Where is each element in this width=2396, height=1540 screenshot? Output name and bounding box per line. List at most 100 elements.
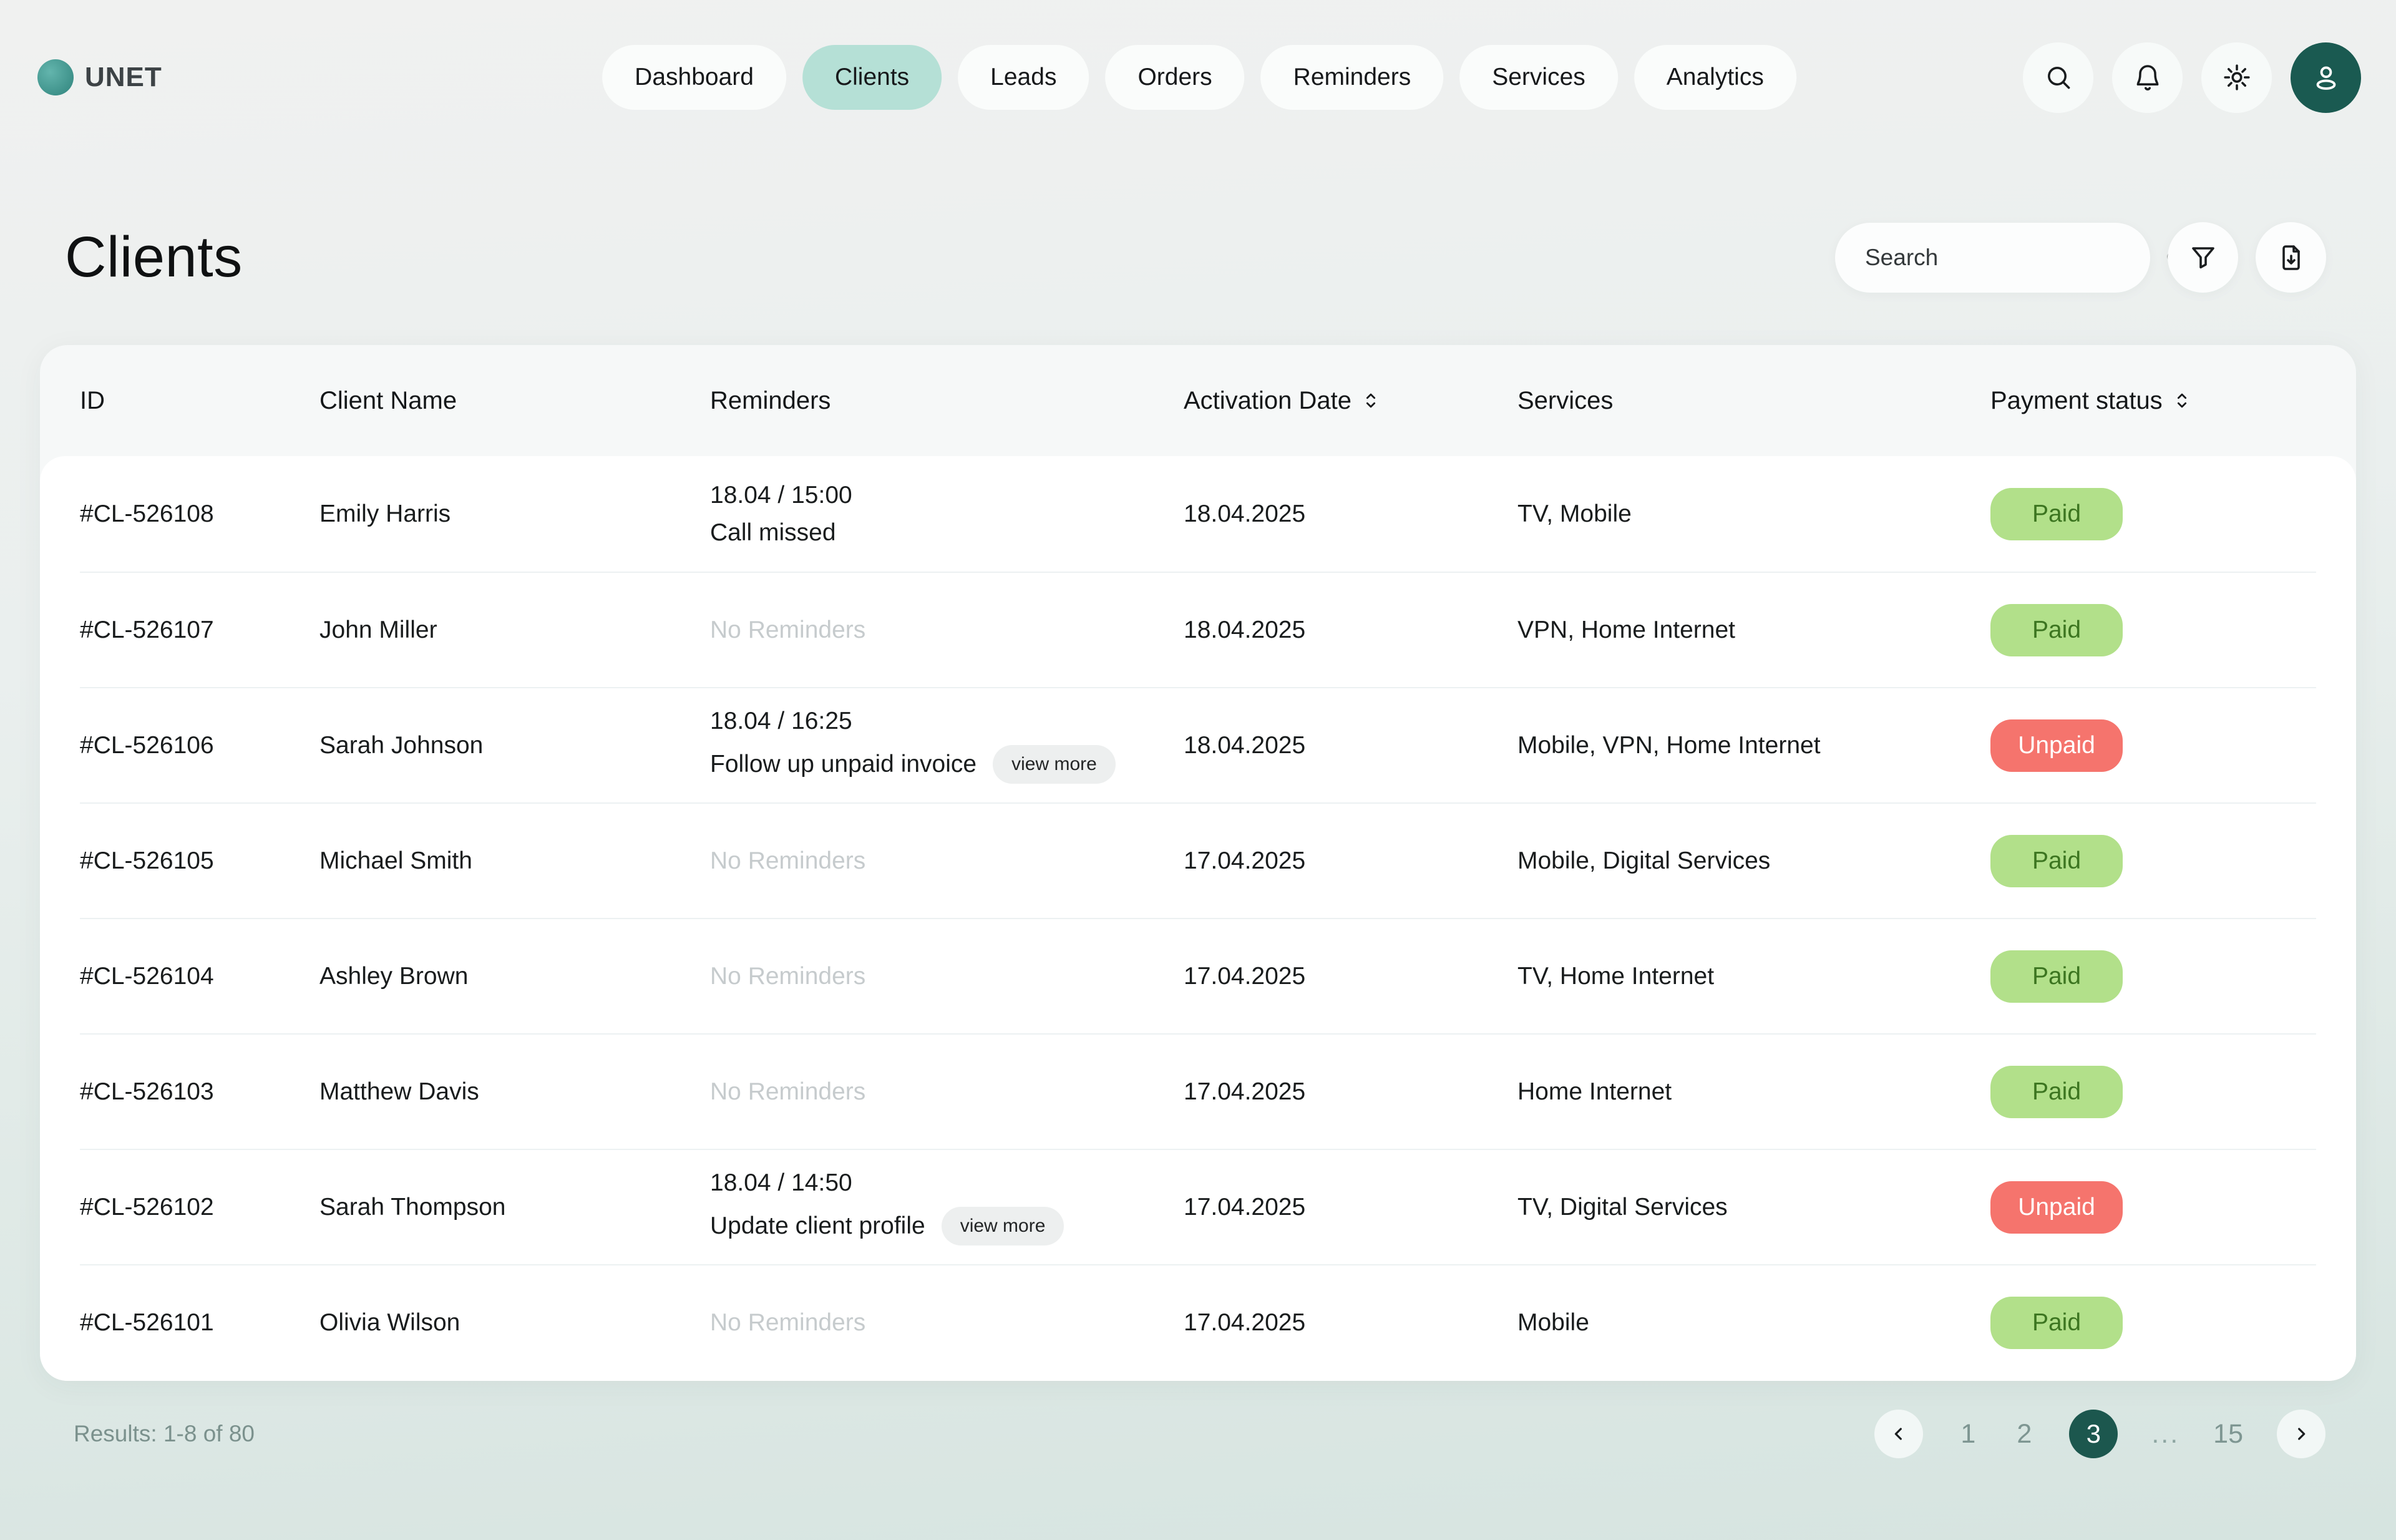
client-name: Sarah Thompson (319, 1194, 710, 1221)
pagination-page-3-active[interactable]: 3 (2069, 1410, 2118, 1458)
nav-tab-reminders[interactable]: Reminders (1261, 45, 1444, 110)
column-label: Services (1517, 387, 1613, 415)
bell-icon (2133, 62, 2163, 92)
reminder-time: 18.04 / 14:50 (710, 1169, 1184, 1197)
table-row[interactable]: #CL-526101 Olivia Wilson No Reminders 17… (80, 1264, 2316, 1380)
settings-button[interactable] (2201, 42, 2272, 113)
column-header-services: Services (1517, 387, 1990, 415)
activation-date: 17.04.2025 (1184, 847, 1517, 875)
gear-icon (2222, 62, 2252, 92)
payment-status-badge: Paid (1990, 1066, 2123, 1118)
sort-icon (1360, 390, 1381, 411)
reminders-cell: No Reminders (710, 1078, 1184, 1106)
no-reminders-label: No Reminders (710, 616, 865, 643)
user-avatar-icon (2310, 61, 2342, 94)
view-more-button[interactable]: view more (993, 745, 1116, 784)
search-input[interactable] (1864, 244, 2163, 271)
column-header-activation-date[interactable]: Activation Date (1184, 387, 1517, 415)
table-row[interactable]: #CL-526108 Emily Harris 18.04 / 15:00 Ca… (80, 456, 2316, 572)
payment-status-badge: Unpaid (1990, 1181, 2123, 1234)
filter-button[interactable] (2168, 222, 2238, 293)
table-row[interactable]: #CL-526107 John Miller No Reminders 18.0… (80, 572, 2316, 687)
profile-avatar-button[interactable] (2291, 42, 2361, 113)
search-field (1835, 223, 2150, 293)
payment-status-badge: Paid (1990, 835, 2123, 887)
client-name: John Miller (319, 616, 710, 644)
client-name: Sarah Johnson (319, 732, 710, 759)
services: VPN, Home Internet (1517, 616, 1990, 644)
activation-date: 17.04.2025 (1184, 1078, 1517, 1106)
activation-date: 18.04.2025 (1184, 616, 1517, 644)
payment-status-cell: Paid (1990, 950, 2316, 1003)
results-count: Results: 1-8 of 80 (74, 1421, 255, 1447)
pagination-page-2[interactable]: 2 (2013, 1419, 2035, 1450)
pagination-page-15[interactable]: 15 (2213, 1419, 2243, 1450)
client-id: #CL-526106 (80, 732, 319, 759)
payment-status-cell: Unpaid (1990, 719, 2316, 772)
activation-date: 17.04.2025 (1184, 963, 1517, 990)
client-id: #CL-526108 (80, 500, 319, 528)
client-id: #CL-526103 (80, 1078, 319, 1106)
table-row[interactable]: #CL-526103 Matthew Davis No Reminders 17… (80, 1033, 2316, 1149)
column-label: Client Name (319, 387, 457, 415)
table-row[interactable]: #CL-526106 Sarah Johnson 18.04 / 16:25 F… (80, 687, 2316, 802)
table-row[interactable]: #CL-526104 Ashley Brown No Reminders 17.… (80, 918, 2316, 1033)
column-label: ID (80, 387, 105, 415)
pagination-page-1[interactable]: 1 (1957, 1419, 1979, 1450)
download-report-icon (2276, 243, 2306, 273)
services: TV, Digital Services (1517, 1194, 1990, 1221)
download-button[interactable] (2256, 222, 2326, 293)
pagination-next-button[interactable] (2277, 1410, 2325, 1458)
payment-status-badge: Unpaid (1990, 719, 2123, 772)
payment-status-cell: Paid (1990, 1066, 2316, 1118)
nav-tab-analytics[interactable]: Analytics (1634, 45, 1796, 110)
nav-tab-orders[interactable]: Orders (1105, 45, 1244, 110)
reminder-time: 18.04 / 15:00 (710, 482, 1184, 509)
table-row[interactable]: #CL-526102 Sarah Thompson 18.04 / 14:50 … (80, 1149, 2316, 1264)
reminders-cell: No Reminders (710, 1309, 1184, 1337)
table-row[interactable]: #CL-526105 Michael Smith No Reminders 17… (80, 802, 2316, 918)
sort-icon (2171, 390, 2193, 411)
nav-tab-dashboard[interactable]: Dashboard (602, 45, 786, 110)
pagination: 1 2 3... 15 (1874, 1410, 2325, 1458)
search-icon (2043, 62, 2073, 92)
activation-date: 18.04.2025 (1184, 732, 1517, 759)
clients-table-card: ID Client Name RemindersActivation Date Ser… (40, 345, 2356, 1381)
services: Mobile (1517, 1309, 1990, 1337)
payment-status-cell: Paid (1990, 1297, 2316, 1349)
column-header-payment-status[interactable]: Payment status (1990, 387, 2316, 415)
reminders-cell: No Reminders (710, 963, 1184, 990)
activation-date: 17.04.2025 (1184, 1194, 1517, 1221)
title-row: Clients (65, 222, 2326, 293)
column-header-reminders: Reminders (710, 387, 1184, 415)
pagination-prev-button[interactable] (1874, 1410, 1923, 1458)
no-reminders-label: No Reminders (710, 1309, 865, 1336)
client-id: #CL-526105 (80, 847, 319, 875)
brand-name: UNET (85, 62, 162, 93)
filter-funnel-icon (2188, 243, 2218, 273)
table-footer: Results: 1-8 of 80 1 2 3... 15 (74, 1410, 2325, 1458)
client-id: #CL-526107 (80, 616, 319, 644)
notifications-button[interactable] (2112, 42, 2183, 113)
reminder-text: Follow up unpaid invoice (710, 751, 976, 778)
client-name: Matthew Davis (319, 1078, 710, 1106)
payment-status-badge: Paid (1990, 1297, 2123, 1349)
reminder-text: Call missed (710, 519, 836, 547)
column-header-client-name: Client Name (319, 387, 710, 415)
column-label: Activation Date (1184, 387, 1351, 415)
chevron-right-icon (2291, 1424, 2311, 1444)
reminder-text: Update client profile (710, 1212, 925, 1240)
chevron-left-icon (1889, 1424, 1909, 1444)
view-more-button[interactable]: view more (942, 1207, 1064, 1245)
nav-tab-leads[interactable]: Leads (958, 45, 1089, 110)
services: Mobile, Digital Services (1517, 847, 1990, 875)
client-name: Emily Harris (319, 500, 710, 528)
nav-tab-clients[interactable]: Clients (802, 45, 942, 110)
pagination-ellipsis: ... (2151, 1419, 2179, 1450)
table-body: #CL-526108 Emily Harris 18.04 / 15:00 Ca… (40, 456, 2356, 1381)
topbar: UNET DashboardClientsLeadsOrders Reminder… (37, 42, 2361, 112)
reminders-cell: No Reminders (710, 616, 1184, 644)
search-button[interactable] (2023, 42, 2093, 113)
nav-tab-services[interactable]: Services (1459, 45, 1618, 110)
client-name: Michael Smith (319, 847, 710, 875)
